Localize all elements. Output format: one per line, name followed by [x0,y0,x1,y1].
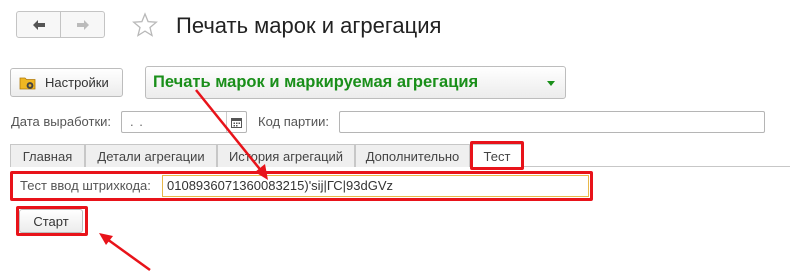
annotation-arrow-to-start [106,237,151,272]
annotation-arrow-to-barcode [195,89,264,174]
annotation-arrows [99,89,268,272]
